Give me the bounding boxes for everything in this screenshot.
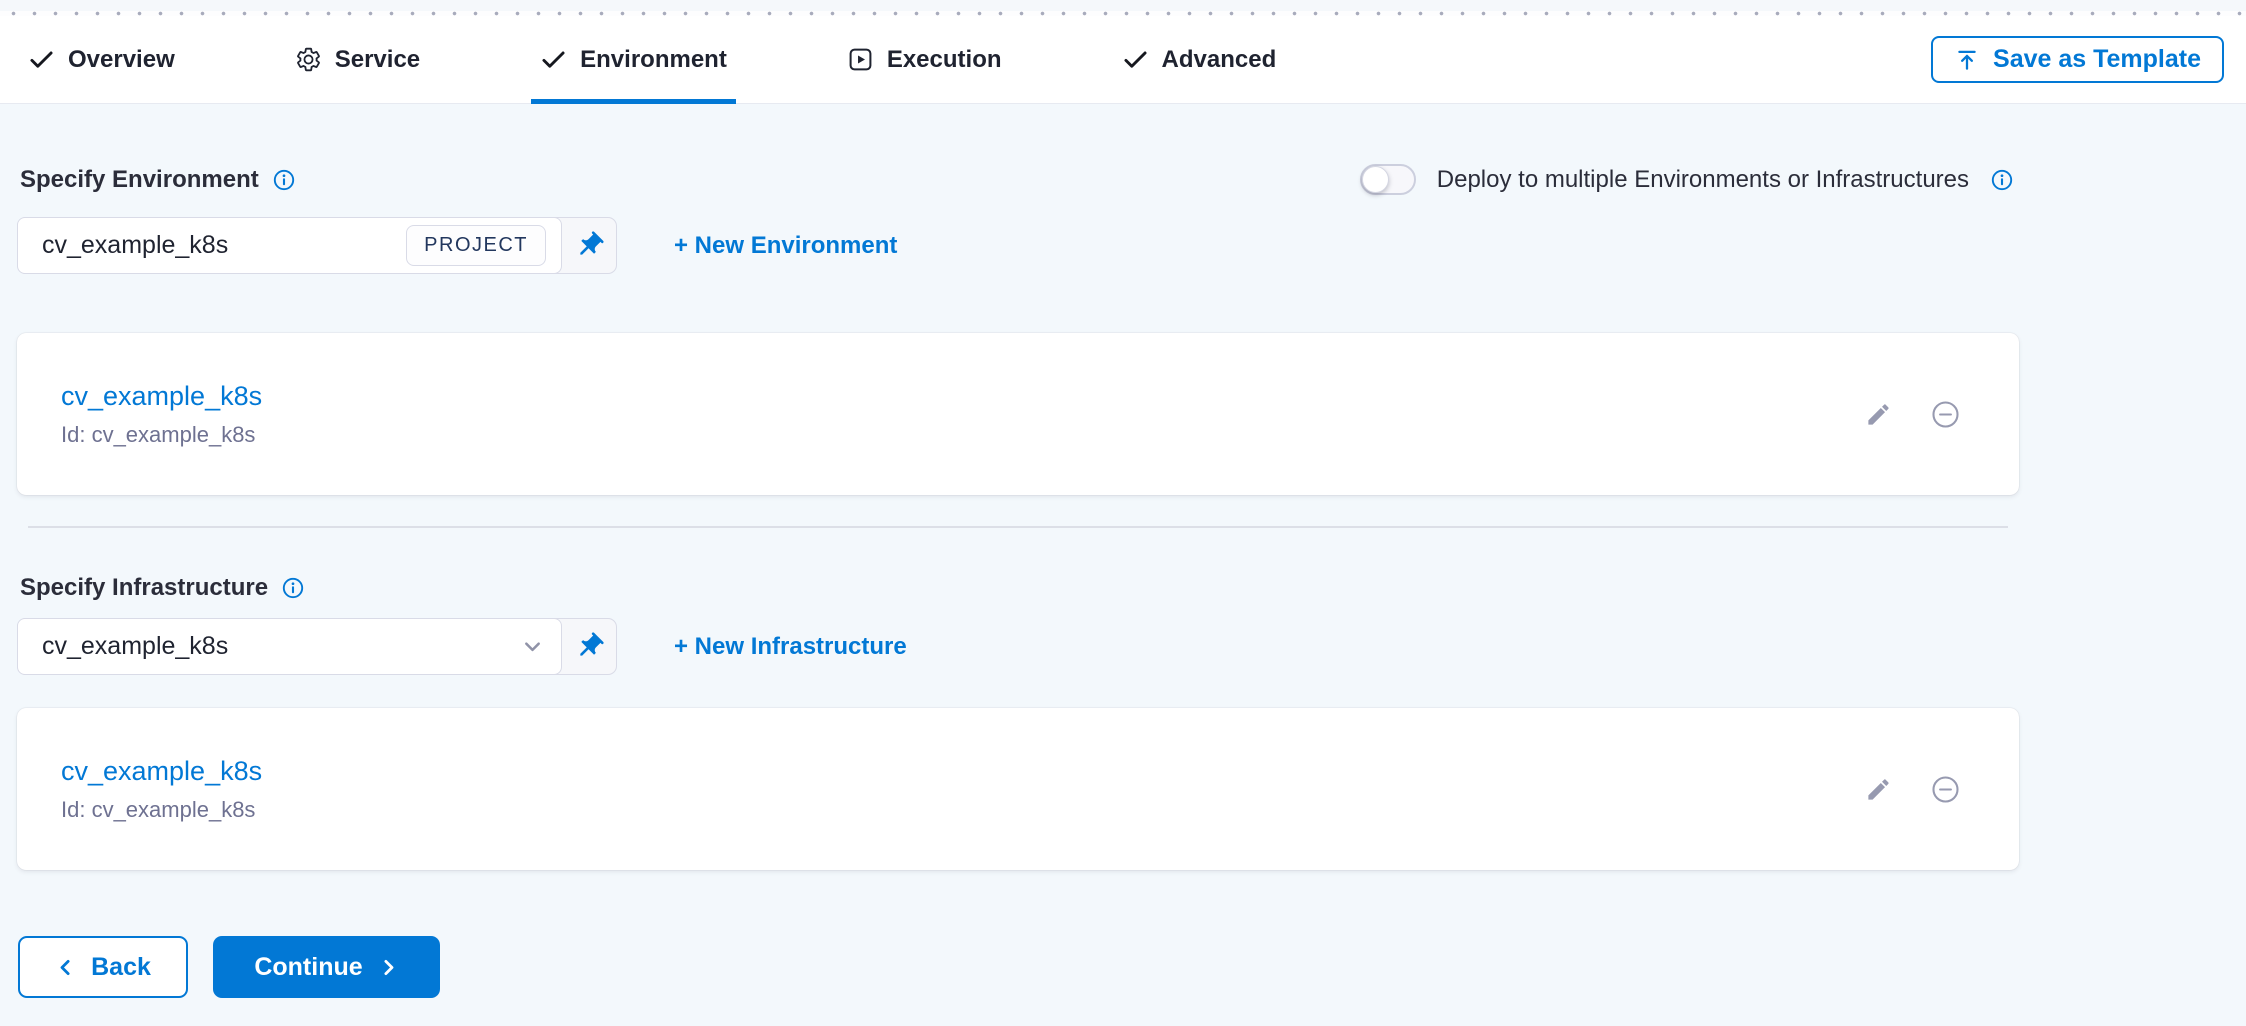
multi-deploy-toggle-row: Deploy to multiple Environments or Infra… (1360, 164, 2014, 195)
infrastructure-card-id: Id: cv_example_k8s (61, 797, 262, 823)
environment-select-field[interactable]: cv_example_k8s PROJECT (17, 217, 562, 274)
save-as-template-button[interactable]: Save as Template (1931, 36, 2224, 83)
environment-card-text: cv_example_k8s Id: cv_example_k8s (61, 381, 262, 448)
pin-button[interactable] (562, 218, 616, 273)
continue-button-label: Continue (254, 953, 362, 982)
tab-label: Execution (887, 46, 1002, 74)
environment-card-actions (1865, 399, 1961, 430)
infrastructure-select[interactable]: cv_example_k8s (17, 618, 617, 675)
info-icon[interactable] (272, 168, 296, 192)
play-square-icon (847, 46, 874, 73)
multi-deploy-toggle[interactable] (1360, 164, 1416, 195)
environment-card-id: Id: cv_example_k8s (61, 422, 262, 448)
footer-actions: Back Continue (18, 936, 2246, 998)
save-as-template-label: Save as Template (1993, 45, 2201, 74)
check-icon (28, 46, 55, 73)
pin-icon (567, 625, 611, 669)
stage-boundary-strip (0, 0, 2246, 11)
environment-card-title-link[interactable]: cv_example_k8s (61, 381, 262, 412)
infrastructure-card-actions (1865, 774, 1961, 805)
tab-execution[interactable]: Execution (847, 16, 1002, 103)
stage-tab-bar: Overview Service Environment Execution A… (0, 16, 2246, 104)
infrastructure-card: cv_example_k8s Id: cv_example_k8s (17, 708, 2019, 870)
minus-circle-icon (1930, 774, 1961, 805)
tab-label: Environment (580, 46, 727, 74)
tab-label: Advanced (1162, 46, 1277, 74)
specify-infrastructure-text: Specify Infrastructure (20, 574, 268, 602)
environment-select[interactable]: cv_example_k8s PROJECT (17, 217, 617, 274)
chevron-right-icon (378, 957, 399, 978)
tab-overview[interactable]: Overview (28, 16, 175, 103)
tab-label: Overview (68, 46, 175, 74)
check-icon (1122, 46, 1149, 73)
chevron-left-icon (55, 957, 76, 978)
edit-infrastructure-button[interactable] (1865, 776, 1892, 803)
chevron-down-icon (519, 633, 546, 660)
tab-label: Service (335, 46, 420, 74)
gear-icon (295, 46, 322, 73)
specify-environment-label: Specify Environment (20, 166, 296, 194)
edit-environment-button[interactable] (1865, 401, 1892, 428)
minus-circle-icon (1930, 399, 1961, 430)
environment-scope-badge: PROJECT (406, 225, 546, 266)
specify-infrastructure-label: Specify Infrastructure (20, 574, 2246, 602)
environment-card: cv_example_k8s Id: cv_example_k8s (17, 333, 2019, 495)
upload-icon (1954, 47, 1980, 73)
back-button-label: Back (91, 953, 151, 982)
pencil-icon (1865, 776, 1892, 803)
pin-button[interactable] (562, 619, 616, 674)
specify-environment-text: Specify Environment (20, 166, 259, 194)
multi-deploy-toggle-label: Deploy to multiple Environments or Infra… (1437, 166, 1969, 194)
infrastructure-select-value: cv_example_k8s (42, 632, 228, 661)
continue-button[interactable]: Continue (213, 936, 440, 998)
tab-environment[interactable]: Environment (540, 16, 727, 103)
new-environment-link[interactable]: + New Environment (674, 232, 897, 260)
environment-input-row: cv_example_k8s PROJECT + New Environment (17, 217, 2246, 274)
infrastructure-input-row: cv_example_k8s + New Infrastructure (17, 618, 2246, 675)
info-icon[interactable] (281, 576, 305, 600)
pencil-icon (1865, 401, 1892, 428)
infrastructure-select-field[interactable]: cv_example_k8s (17, 618, 562, 675)
check-icon (540, 46, 567, 73)
info-icon[interactable] (1990, 168, 2014, 192)
tab-advanced[interactable]: Advanced (1122, 16, 1277, 103)
environment-head-row: Specify Environment Deploy to multiple E… (20, 164, 2014, 195)
new-infrastructure-link[interactable]: + New Infrastructure (674, 633, 907, 661)
environment-select-value: cv_example_k8s (42, 231, 228, 260)
infrastructure-card-text: cv_example_k8s Id: cv_example_k8s (61, 756, 262, 823)
tab-service[interactable]: Service (295, 16, 420, 103)
toggle-knob (1362, 166, 1389, 193)
back-button[interactable]: Back (18, 936, 188, 998)
remove-environment-button[interactable] (1930, 399, 1961, 430)
infrastructure-card-title-link[interactable]: cv_example_k8s (61, 756, 262, 787)
pin-icon (567, 224, 611, 268)
remove-infrastructure-button[interactable] (1930, 774, 1961, 805)
section-divider (28, 526, 2008, 528)
